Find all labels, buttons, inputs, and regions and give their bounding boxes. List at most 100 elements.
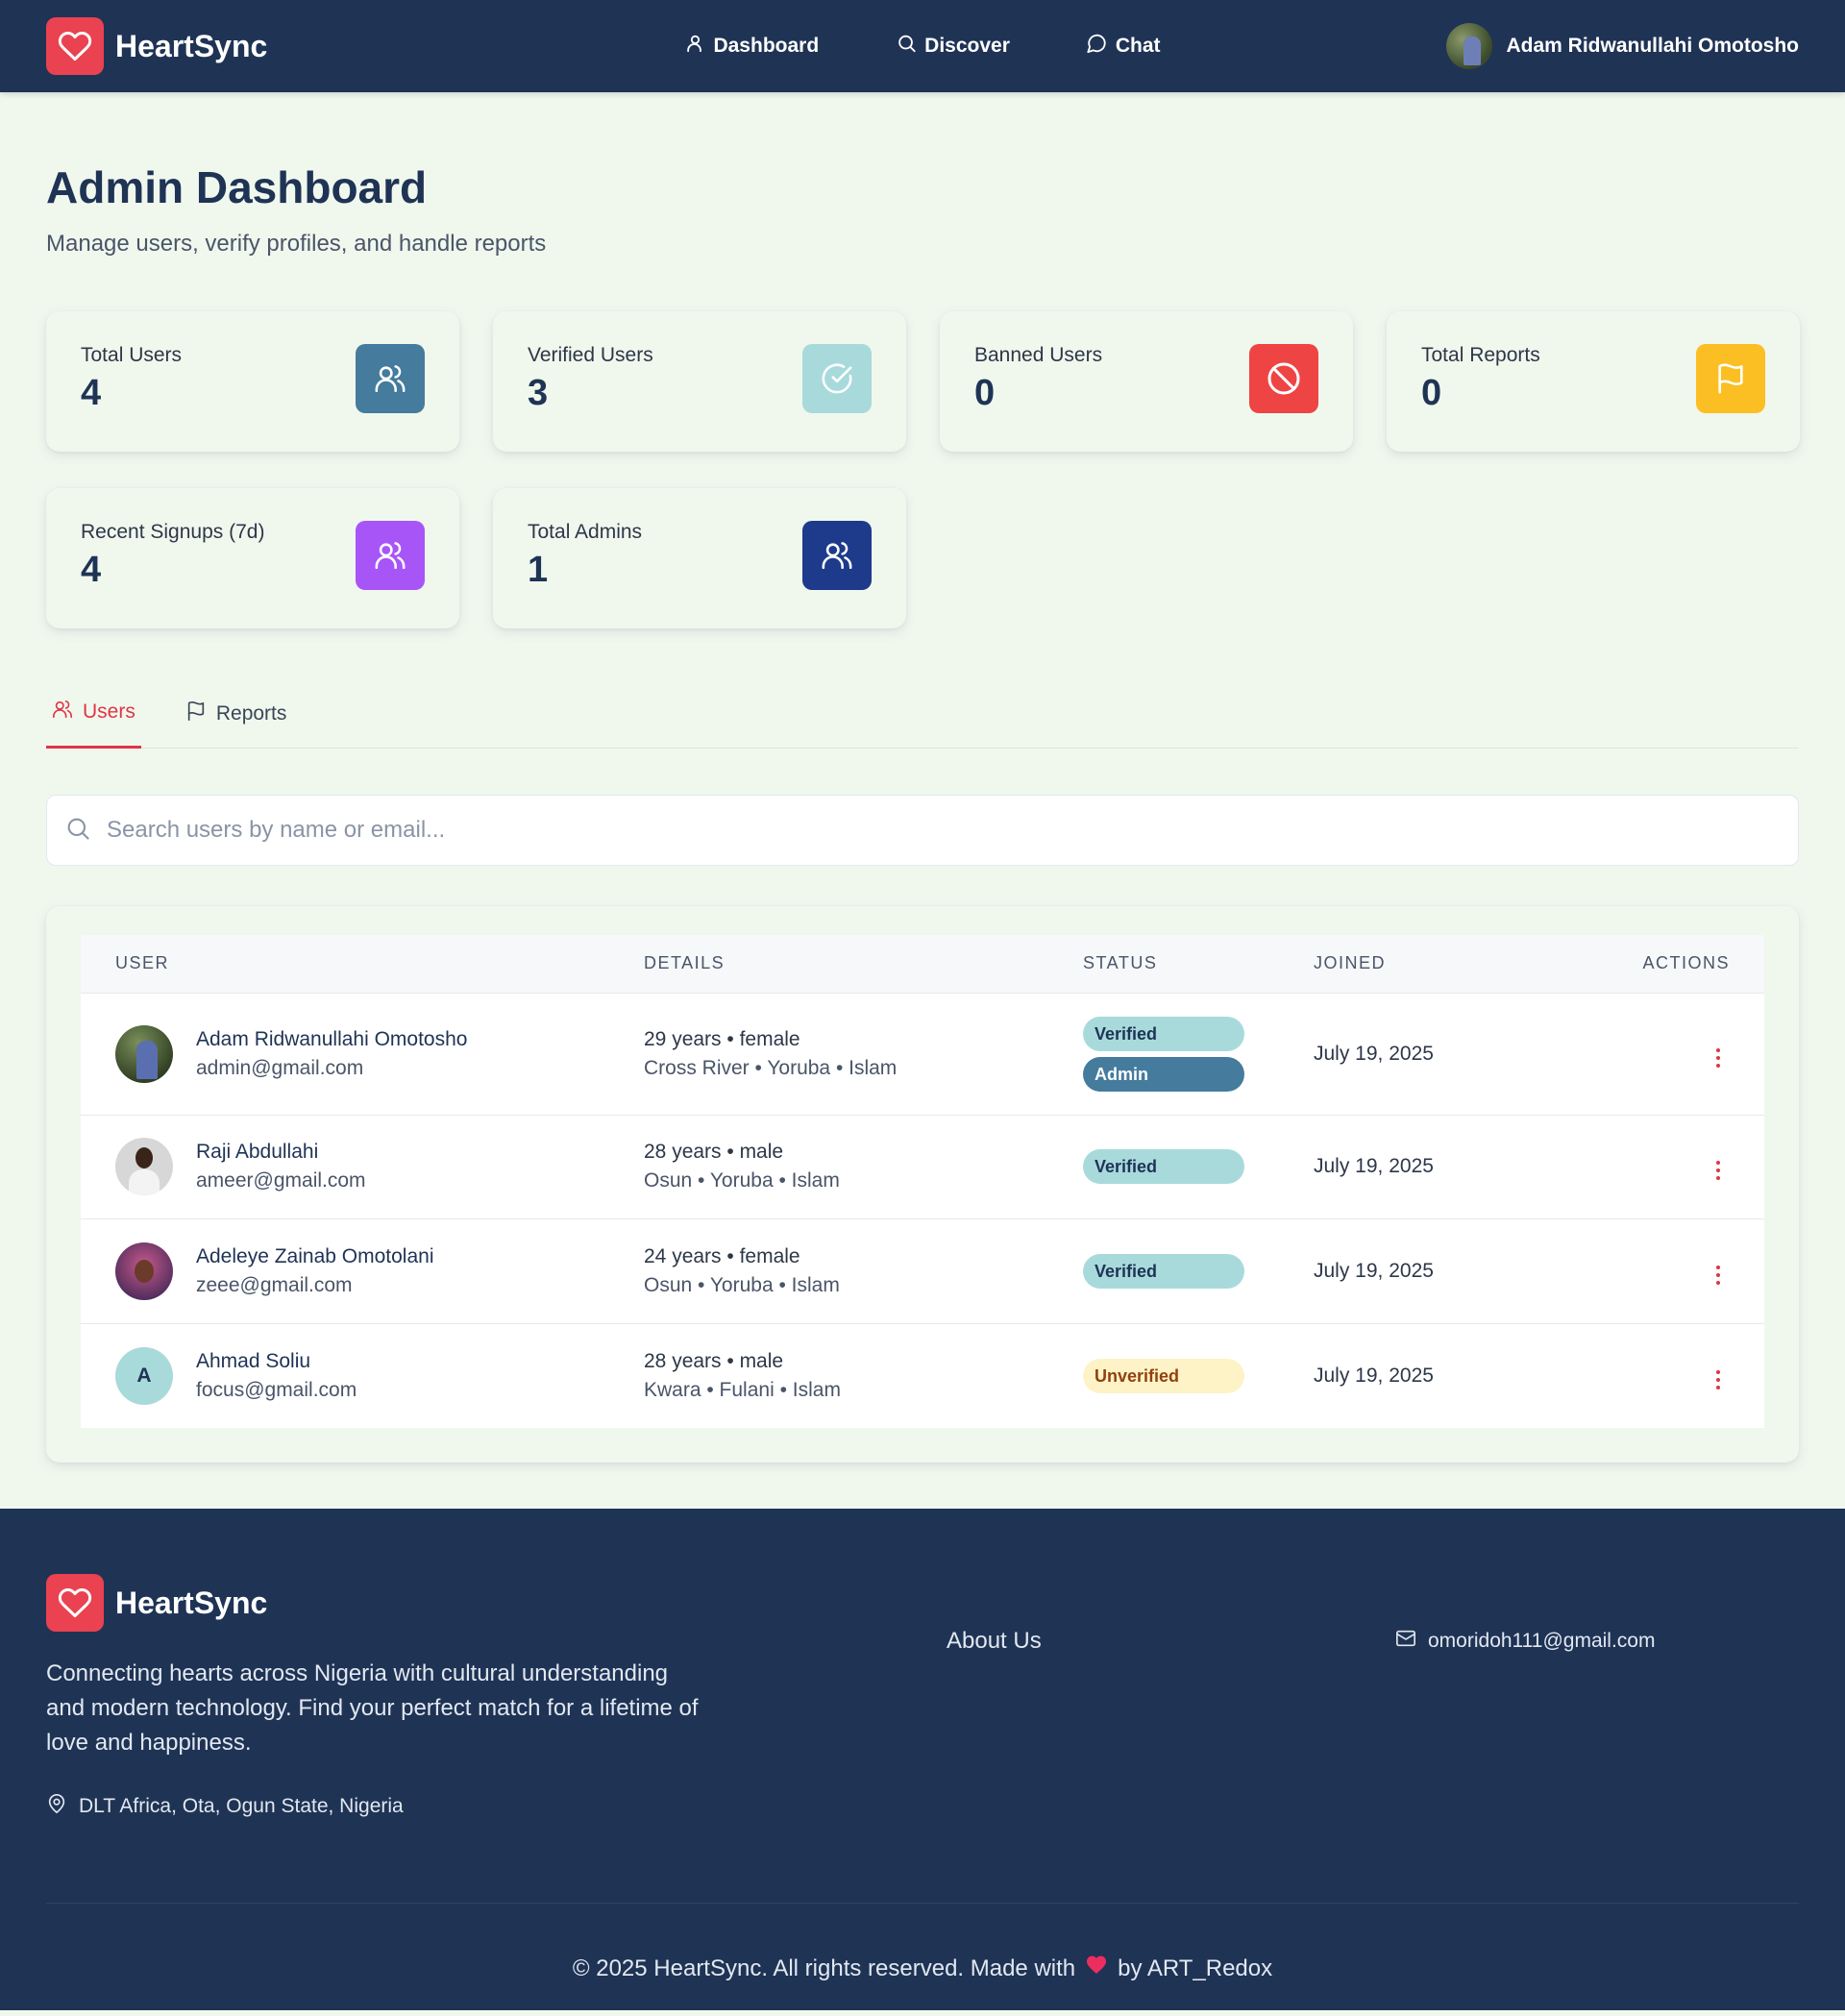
status-badge-verified: Verified [1083, 1253, 1244, 1289]
about-us-link[interactable]: About Us [947, 1628, 1042, 1654]
tab-bar: Users Reports [46, 678, 1799, 749]
avatar-initial: A [115, 1346, 173, 1405]
user-icon [684, 33, 705, 60]
page-subtitle: Manage users, verify profiles, and handl… [46, 231, 547, 257]
stat-value: 4 [81, 373, 102, 413]
column-header-user: User [115, 953, 170, 973]
status-badge-admin: Admin [1083, 1056, 1244, 1092]
footer: HeartSync Connecting hearts across Niger… [0, 1509, 1845, 2010]
joined-date: July 19, 2025 [1314, 1259, 1434, 1282]
stat-label: Total Reports [1421, 344, 1540, 366]
main-nav: Dashboard Discover Chat [684, 0, 1161, 92]
users-icon [356, 344, 425, 413]
ban-icon [1249, 344, 1318, 413]
user-origin: Osun • Yoruba • Islam [644, 1273, 840, 1296]
footer-email-text: omoridoh111@gmail.com [1428, 1630, 1656, 1652]
nav-chat[interactable]: Chat [1087, 33, 1161, 60]
stat-card-total-reports: Total Reports 0 [1387, 311, 1800, 452]
avatar [115, 1138, 173, 1195]
table-row: A Ahmad Soliu focus@gmail.com 28 years •… [81, 1323, 1764, 1428]
users-icon [356, 521, 425, 590]
more-actions-icon[interactable] [1707, 1364, 1730, 1395]
stat-card-total-admins: Total Admins 1 [493, 488, 906, 628]
tab-users[interactable]: Users [46, 678, 141, 749]
column-header-status: Status [1083, 953, 1158, 973]
stat-value: 0 [1421, 373, 1442, 413]
user-email: zeee@gmail.com [196, 1273, 353, 1296]
user-origin: Cross River • Yoruba • Islam [644, 1056, 898, 1079]
page-title: Admin Dashboard [46, 162, 428, 212]
status-badge-verified: Verified [1083, 1016, 1244, 1051]
flag-icon [185, 701, 207, 727]
stats-grid: Total Users 4 Verified Users 3 Banned Us… [46, 311, 1800, 628]
stat-card-verified-users: Verified Users 3 [493, 311, 906, 452]
joined-date: July 19, 2025 [1314, 1364, 1434, 1387]
more-actions-icon[interactable] [1707, 1043, 1730, 1073]
user-email: ameer@gmail.com [196, 1169, 366, 1192]
more-actions-icon[interactable] [1707, 1260, 1730, 1291]
column-header-details: Details [644, 953, 726, 973]
joined-date: July 19, 2025 [1314, 1042, 1434, 1065]
footer-brand[interactable]: HeartSync [46, 1574, 947, 1632]
stat-card-recent-signups: Recent Signups (7d) 4 [46, 488, 459, 628]
user-age-gender: 24 years • female [644, 1244, 800, 1267]
table-row: Adeleye Zainab Omotolani zeee@gmail.com … [81, 1218, 1764, 1323]
more-actions-icon[interactable] [1707, 1155, 1730, 1186]
footer-description: Connecting hearts across Nigeria with cu… [46, 1660, 699, 1756]
map-pin-icon [46, 1793, 67, 1820]
main-content: Admin Dashboard Manage users, verify pro… [0, 92, 1845, 1509]
user-age-gender: 28 years • male [644, 1349, 784, 1372]
tab-reports[interactable]: Reports [180, 678, 293, 749]
stat-value: 0 [974, 373, 996, 413]
users-icon [52, 699, 73, 725]
footer-email[interactable]: omoridoh111@gmail.com [1395, 1628, 1655, 1655]
stat-card-banned-users: Banned Users 0 [940, 311, 1353, 452]
heart-icon [1085, 1954, 1108, 1983]
avatar [1446, 23, 1493, 69]
heart-logo-icon [46, 1574, 104, 1632]
avatar [115, 1242, 173, 1300]
table-row: Adam Ridwanullahi Omotosho admin@gmail.c… [81, 993, 1764, 1115]
message-icon [1087, 33, 1108, 60]
user-email: focus@gmail.com [196, 1378, 357, 1401]
user-name: Raji Abdullahi [196, 1141, 319, 1163]
footer-brand-name: HeartSync [115, 1585, 268, 1620]
mail-icon [1395, 1628, 1416, 1655]
stat-value: 3 [528, 373, 549, 413]
nav-dashboard[interactable]: Dashboard [684, 33, 819, 60]
user-email: admin@gmail.com [196, 1056, 364, 1079]
column-header-joined: Joined [1314, 953, 1387, 973]
tab-users-label: Users [83, 701, 135, 723]
stat-label: Recent Signups (7d) [81, 521, 265, 543]
copyright: © 2025 HeartSync. All rights reserved. M… [46, 1904, 1799, 1983]
nav-discover[interactable]: Discover [896, 33, 1010, 60]
stat-card-total-users: Total Users 4 [46, 311, 459, 452]
brand[interactable]: HeartSync [46, 17, 267, 75]
stat-label: Banned Users [974, 344, 1103, 366]
users-table: User Details Status Joined Actions Adam … [81, 935, 1764, 1428]
user-name: Adeleye Zainab Omotolani [196, 1244, 434, 1267]
status-badge-verified: Verified [1083, 1149, 1244, 1184]
nav-dashboard-label: Dashboard [713, 35, 820, 57]
joined-date: July 19, 2025 [1314, 1155, 1434, 1177]
search-icon [896, 33, 917, 60]
search-icon [64, 815, 91, 847]
user-menu[interactable]: Adam Ridwanullahi Omotosho [1446, 23, 1799, 69]
search-bar [46, 795, 1799, 866]
table-header-row: User Details Status Joined Actions [81, 935, 1764, 993]
user-age-gender: 29 years • female [644, 1027, 800, 1050]
users-icon [802, 521, 872, 590]
top-navbar: HeartSync Dashboard Discover Chat Adam R… [0, 0, 1845, 92]
stat-label: Verified Users [528, 344, 653, 366]
search-input[interactable] [107, 817, 1781, 844]
user-name: Adam Ridwanullahi Omotosho [196, 1027, 468, 1050]
check-circle-icon [802, 344, 872, 413]
nav-discover-label: Discover [924, 35, 1010, 57]
avatar [115, 1024, 173, 1083]
status-badge-unverified: Unverified [1083, 1358, 1244, 1393]
stat-value: 4 [81, 550, 102, 590]
brand-name: HeartSync [115, 28, 268, 63]
user-origin: Kwara • Fulani • Islam [644, 1378, 841, 1401]
column-header-actions: Actions [1642, 953, 1730, 973]
stat-value: 1 [528, 550, 549, 590]
